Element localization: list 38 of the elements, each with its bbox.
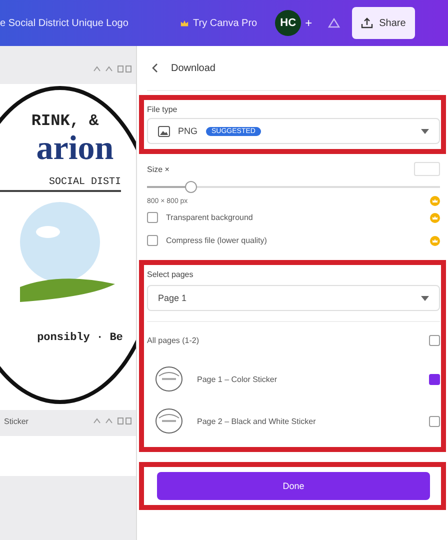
logo-band-text: SOCIAL DISTI (0, 175, 121, 192)
try-pro-button[interactable]: Try Canva Pro (180, 18, 258, 28)
add-icon[interactable]: + (305, 16, 312, 30)
page-thumbnail (155, 408, 183, 434)
page-tools-icon[interactable] (92, 64, 132, 74)
avatar[interactable]: HC (275, 10, 302, 36)
document-title[interactable]: e Social District Unique Logo (0, 18, 160, 28)
caret-icon (421, 128, 429, 134)
field-label: Size × (147, 164, 170, 174)
checkbox[interactable] (147, 235, 158, 246)
option-label: Transparent background (166, 213, 254, 222)
page-thumbnail (155, 366, 183, 392)
page-option[interactable]: Page 2 – Black and White Sticker (197, 416, 415, 426)
upload-icon (361, 17, 374, 29)
logo-text: ponsibly · Be (36, 332, 123, 344)
caret-icon (421, 296, 429, 300)
checkbox[interactable] (147, 212, 158, 223)
done-button[interactable]: Done (157, 472, 430, 500)
slider-thumb[interactable] (184, 181, 197, 193)
image-icon (158, 126, 170, 136)
field-label: File type (147, 105, 178, 114)
size-field[interactable] (414, 162, 440, 176)
checkbox[interactable] (429, 334, 440, 346)
option-label: Compress file (lower quality) (166, 236, 268, 245)
field-label: Select pages (147, 270, 194, 279)
page-title[interactable]: Sticker (4, 416, 28, 426)
checkbox[interactable] (429, 416, 440, 426)
share-button[interactable]: Share (352, 7, 415, 39)
logo-name: arion (35, 130, 114, 168)
option-label: All pages (1-2) (147, 336, 200, 344)
crown-icon (180, 18, 189, 28)
page-option[interactable]: Page 1 – Color Sticker (197, 374, 415, 384)
page-tools-icon[interactable] (92, 416, 132, 426)
panel-title: Download (171, 62, 216, 74)
logo-text: RINK, & (30, 112, 99, 130)
pages-dropdown[interactable]: Page 1 (147, 285, 440, 311)
back-icon[interactable] (151, 63, 159, 73)
checkbox[interactable] (429, 374, 440, 384)
